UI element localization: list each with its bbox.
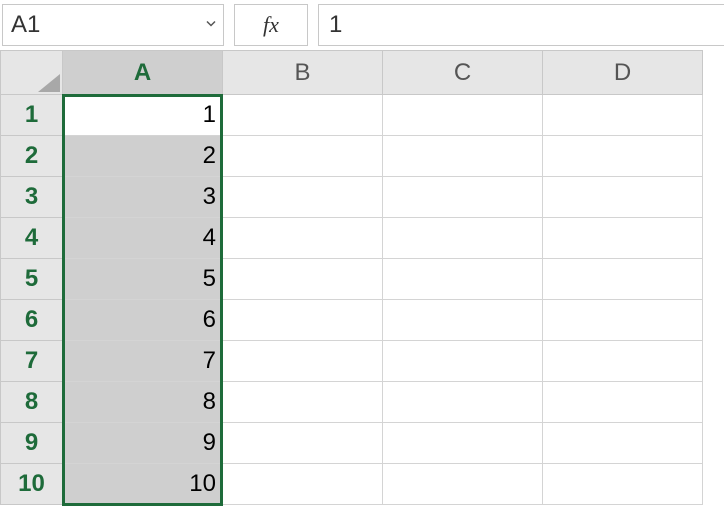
- column-header-label: A: [134, 59, 151, 86]
- row-header-label: 9: [25, 429, 38, 456]
- cell-A8[interactable]: 8: [63, 382, 223, 423]
- cell-C1[interactable]: [383, 95, 543, 136]
- row-header-1[interactable]: 1: [1, 95, 63, 136]
- row-header-label: 6: [25, 306, 38, 333]
- cell-value: 5: [203, 265, 216, 292]
- cell-D6[interactable]: [543, 300, 703, 341]
- cell-D10[interactable]: [543, 464, 703, 505]
- row-header-label: 3: [25, 183, 38, 210]
- cell-C2[interactable]: [383, 136, 543, 177]
- row-header-label: 8: [25, 388, 38, 415]
- cell-D3[interactable]: [543, 177, 703, 218]
- cell-D8[interactable]: [543, 382, 703, 423]
- cell-A9[interactable]: 9: [63, 423, 223, 464]
- cell-A5[interactable]: 5: [63, 259, 223, 300]
- cell-value: 10: [189, 470, 216, 497]
- row-header-label: 10: [18, 470, 45, 497]
- select-all-corner[interactable]: [1, 51, 63, 95]
- column-header-C[interactable]: C: [383, 51, 543, 95]
- column-header-B[interactable]: B: [223, 51, 383, 95]
- row-header-label: 4: [25, 224, 38, 251]
- cell-D9[interactable]: [543, 423, 703, 464]
- cell-C8[interactable]: [383, 382, 543, 423]
- row-header-3[interactable]: 3: [1, 177, 63, 218]
- cell-value: 2: [203, 142, 216, 169]
- cell-C7[interactable]: [383, 341, 543, 382]
- cell-C3[interactable]: [383, 177, 543, 218]
- column-header-label: B: [294, 59, 310, 86]
- row-header-label: 5: [25, 265, 38, 292]
- cell-C4[interactable]: [383, 218, 543, 259]
- name-box[interactable]: A1: [2, 4, 224, 46]
- cell-B9[interactable]: [223, 423, 383, 464]
- cell-B7[interactable]: [223, 341, 383, 382]
- chevron-down-icon[interactable]: [205, 18, 217, 33]
- row-header-8[interactable]: 8: [1, 382, 63, 423]
- cell-A7[interactable]: 7: [63, 341, 223, 382]
- cell-C6[interactable]: [383, 300, 543, 341]
- column-header-label: D: [614, 59, 631, 86]
- fx-button[interactable]: fx: [234, 4, 308, 46]
- cell-value: 9: [203, 429, 216, 456]
- cell-B4[interactable]: [223, 218, 383, 259]
- row-header-label: 1: [25, 101, 38, 128]
- cell-B3[interactable]: [223, 177, 383, 218]
- cell-B8[interactable]: [223, 382, 383, 423]
- formula-input[interactable]: 1: [318, 4, 724, 46]
- row-header-label: 2: [25, 142, 38, 169]
- cell-A6[interactable]: 6: [63, 300, 223, 341]
- column-header-D[interactable]: D: [543, 51, 703, 95]
- cell-A3[interactable]: 3: [63, 177, 223, 218]
- cell-A10[interactable]: 10: [63, 464, 223, 505]
- row-header-7[interactable]: 7: [1, 341, 63, 382]
- row-header-label: 7: [25, 347, 38, 374]
- cell-B1[interactable]: [223, 95, 383, 136]
- cell-value: 4: [203, 224, 216, 251]
- cell-C5[interactable]: [383, 259, 543, 300]
- formula-bar: A1 fx 1: [0, 0, 726, 50]
- row-header-4[interactable]: 4: [1, 218, 63, 259]
- cell-B6[interactable]: [223, 300, 383, 341]
- spreadsheet-grid: A B C D 1 1 2 2 3 3: [0, 50, 726, 505]
- row-header-2[interactable]: 2: [1, 136, 63, 177]
- cell-value: 6: [203, 306, 216, 333]
- cell-D1[interactable]: [543, 95, 703, 136]
- cell-B10[interactable]: [223, 464, 383, 505]
- cell-value: 7: [203, 347, 216, 374]
- row-header-9[interactable]: 9: [1, 423, 63, 464]
- name-box-value: A1: [11, 11, 40, 39]
- cell-D4[interactable]: [543, 218, 703, 259]
- cell-C9[interactable]: [383, 423, 543, 464]
- fx-label: fx: [263, 12, 279, 38]
- column-header-label: C: [454, 59, 471, 86]
- cell-B2[interactable]: [223, 136, 383, 177]
- row-header-5[interactable]: 5: [1, 259, 63, 300]
- cell-A2[interactable]: 2: [63, 136, 223, 177]
- row-header-6[interactable]: 6: [1, 300, 63, 341]
- cell-D7[interactable]: [543, 341, 703, 382]
- formula-value: 1: [329, 11, 342, 39]
- cell-value: 3: [203, 183, 216, 210]
- cell-D5[interactable]: [543, 259, 703, 300]
- column-header-A[interactable]: A: [63, 51, 223, 95]
- cell-value: 8: [203, 388, 216, 415]
- cell-B5[interactable]: [223, 259, 383, 300]
- cell-A4[interactable]: 4: [63, 218, 223, 259]
- cell-D2[interactable]: [543, 136, 703, 177]
- cell-value: 1: [203, 101, 216, 128]
- cell-C10[interactable]: [383, 464, 543, 505]
- row-header-10[interactable]: 10: [1, 464, 63, 505]
- cell-A1[interactable]: 1: [63, 95, 223, 136]
